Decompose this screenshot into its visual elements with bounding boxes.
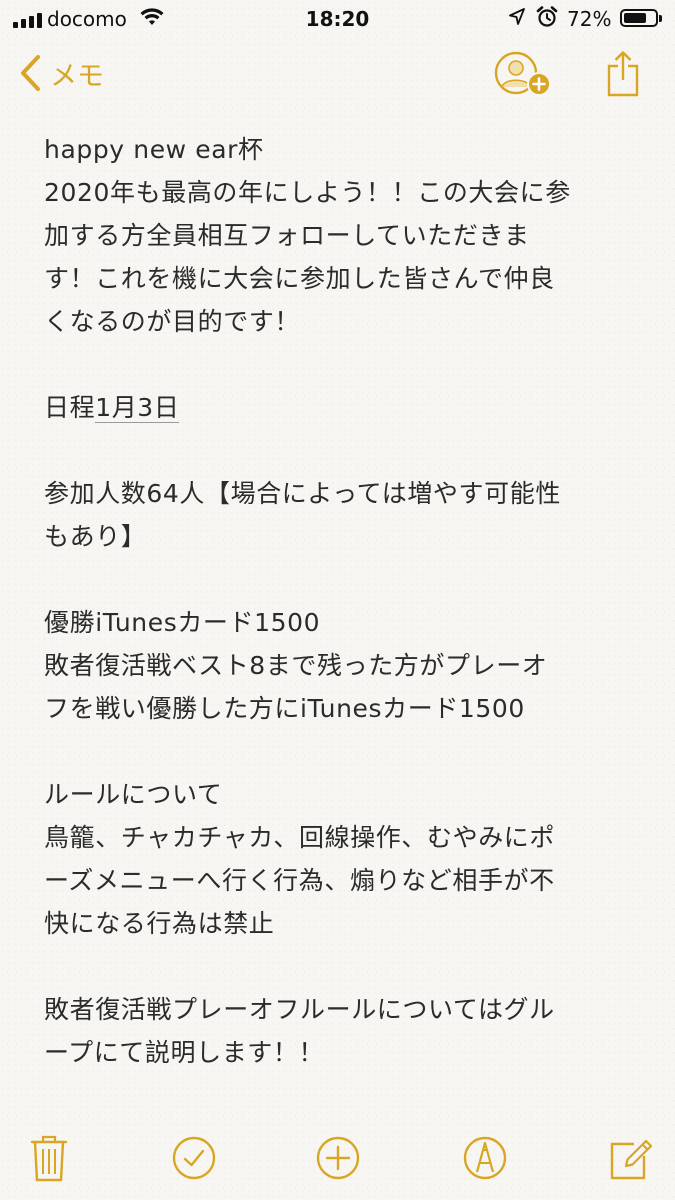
status-bar: docomo 18:20 72% xyxy=(0,0,675,40)
note-line: 2020年も最高の年にしよう！！この大会に参 xyxy=(44,178,571,207)
alarm-clock-icon xyxy=(536,6,558,27)
note-line: 加する方全員相互フォローしていただきま xyxy=(44,221,530,250)
back-button[interactable]: メモ xyxy=(18,52,104,94)
note-line: 参加人数64人【場合によっては増やす可能性 xyxy=(44,479,561,508)
note-line: くなるのが目的です！ xyxy=(44,307,301,336)
note-line: 快になる行為は禁止 xyxy=(44,909,275,938)
add-people-icon[interactable] xyxy=(494,51,554,99)
location-arrow-icon xyxy=(509,8,525,25)
note-line: 鳥籠、チャカチャカ、回線操作、むやみにポ xyxy=(44,823,556,852)
compose-icon[interactable] xyxy=(606,1132,656,1184)
schedule-line: 日程1月3日 xyxy=(44,386,644,429)
note-line: 優勝iTunesカード1500 xyxy=(44,608,321,637)
chevron-left-icon xyxy=(21,55,40,91)
schedule-label: 日程 xyxy=(44,393,96,422)
note-line: す！これを機に大会に参加した皆さんで仲良 xyxy=(44,264,555,293)
note-line: 敗者復活戦ベスト8まで残った方がプレーオ xyxy=(44,651,548,680)
note-line: もあり】 xyxy=(44,522,147,551)
trash-icon[interactable] xyxy=(24,1132,74,1184)
note-line: 敗者復活戦プレーオフルールについてはグル xyxy=(44,995,555,1024)
share-icon[interactable] xyxy=(606,50,640,98)
note-line: ルールについて xyxy=(44,780,223,809)
back-button-label: メモ xyxy=(50,60,104,92)
note-line: フを戦い優勝した方にiTunesカード1500 xyxy=(44,694,525,723)
note-title: happy new ear杯 xyxy=(44,135,264,164)
bottom-toolbar xyxy=(0,1132,675,1188)
checklist-icon[interactable] xyxy=(169,1132,219,1184)
note-line: ーズメニューへ行く行為、煽りなど相手が不 xyxy=(44,866,555,895)
sketch-icon[interactable] xyxy=(460,1132,510,1184)
note-line: ープにて説明します！！ xyxy=(44,1038,325,1067)
battery-percent: 72% xyxy=(567,7,612,31)
battery-fill xyxy=(624,13,646,23)
add-icon[interactable] xyxy=(313,1132,363,1184)
note-body[interactable]: happy new ear杯 2020年も最高の年にしよう！！この大会に参 加す… xyxy=(44,128,644,1074)
battery-icon xyxy=(620,9,662,27)
date-link[interactable]: 1月3日 xyxy=(95,393,180,423)
